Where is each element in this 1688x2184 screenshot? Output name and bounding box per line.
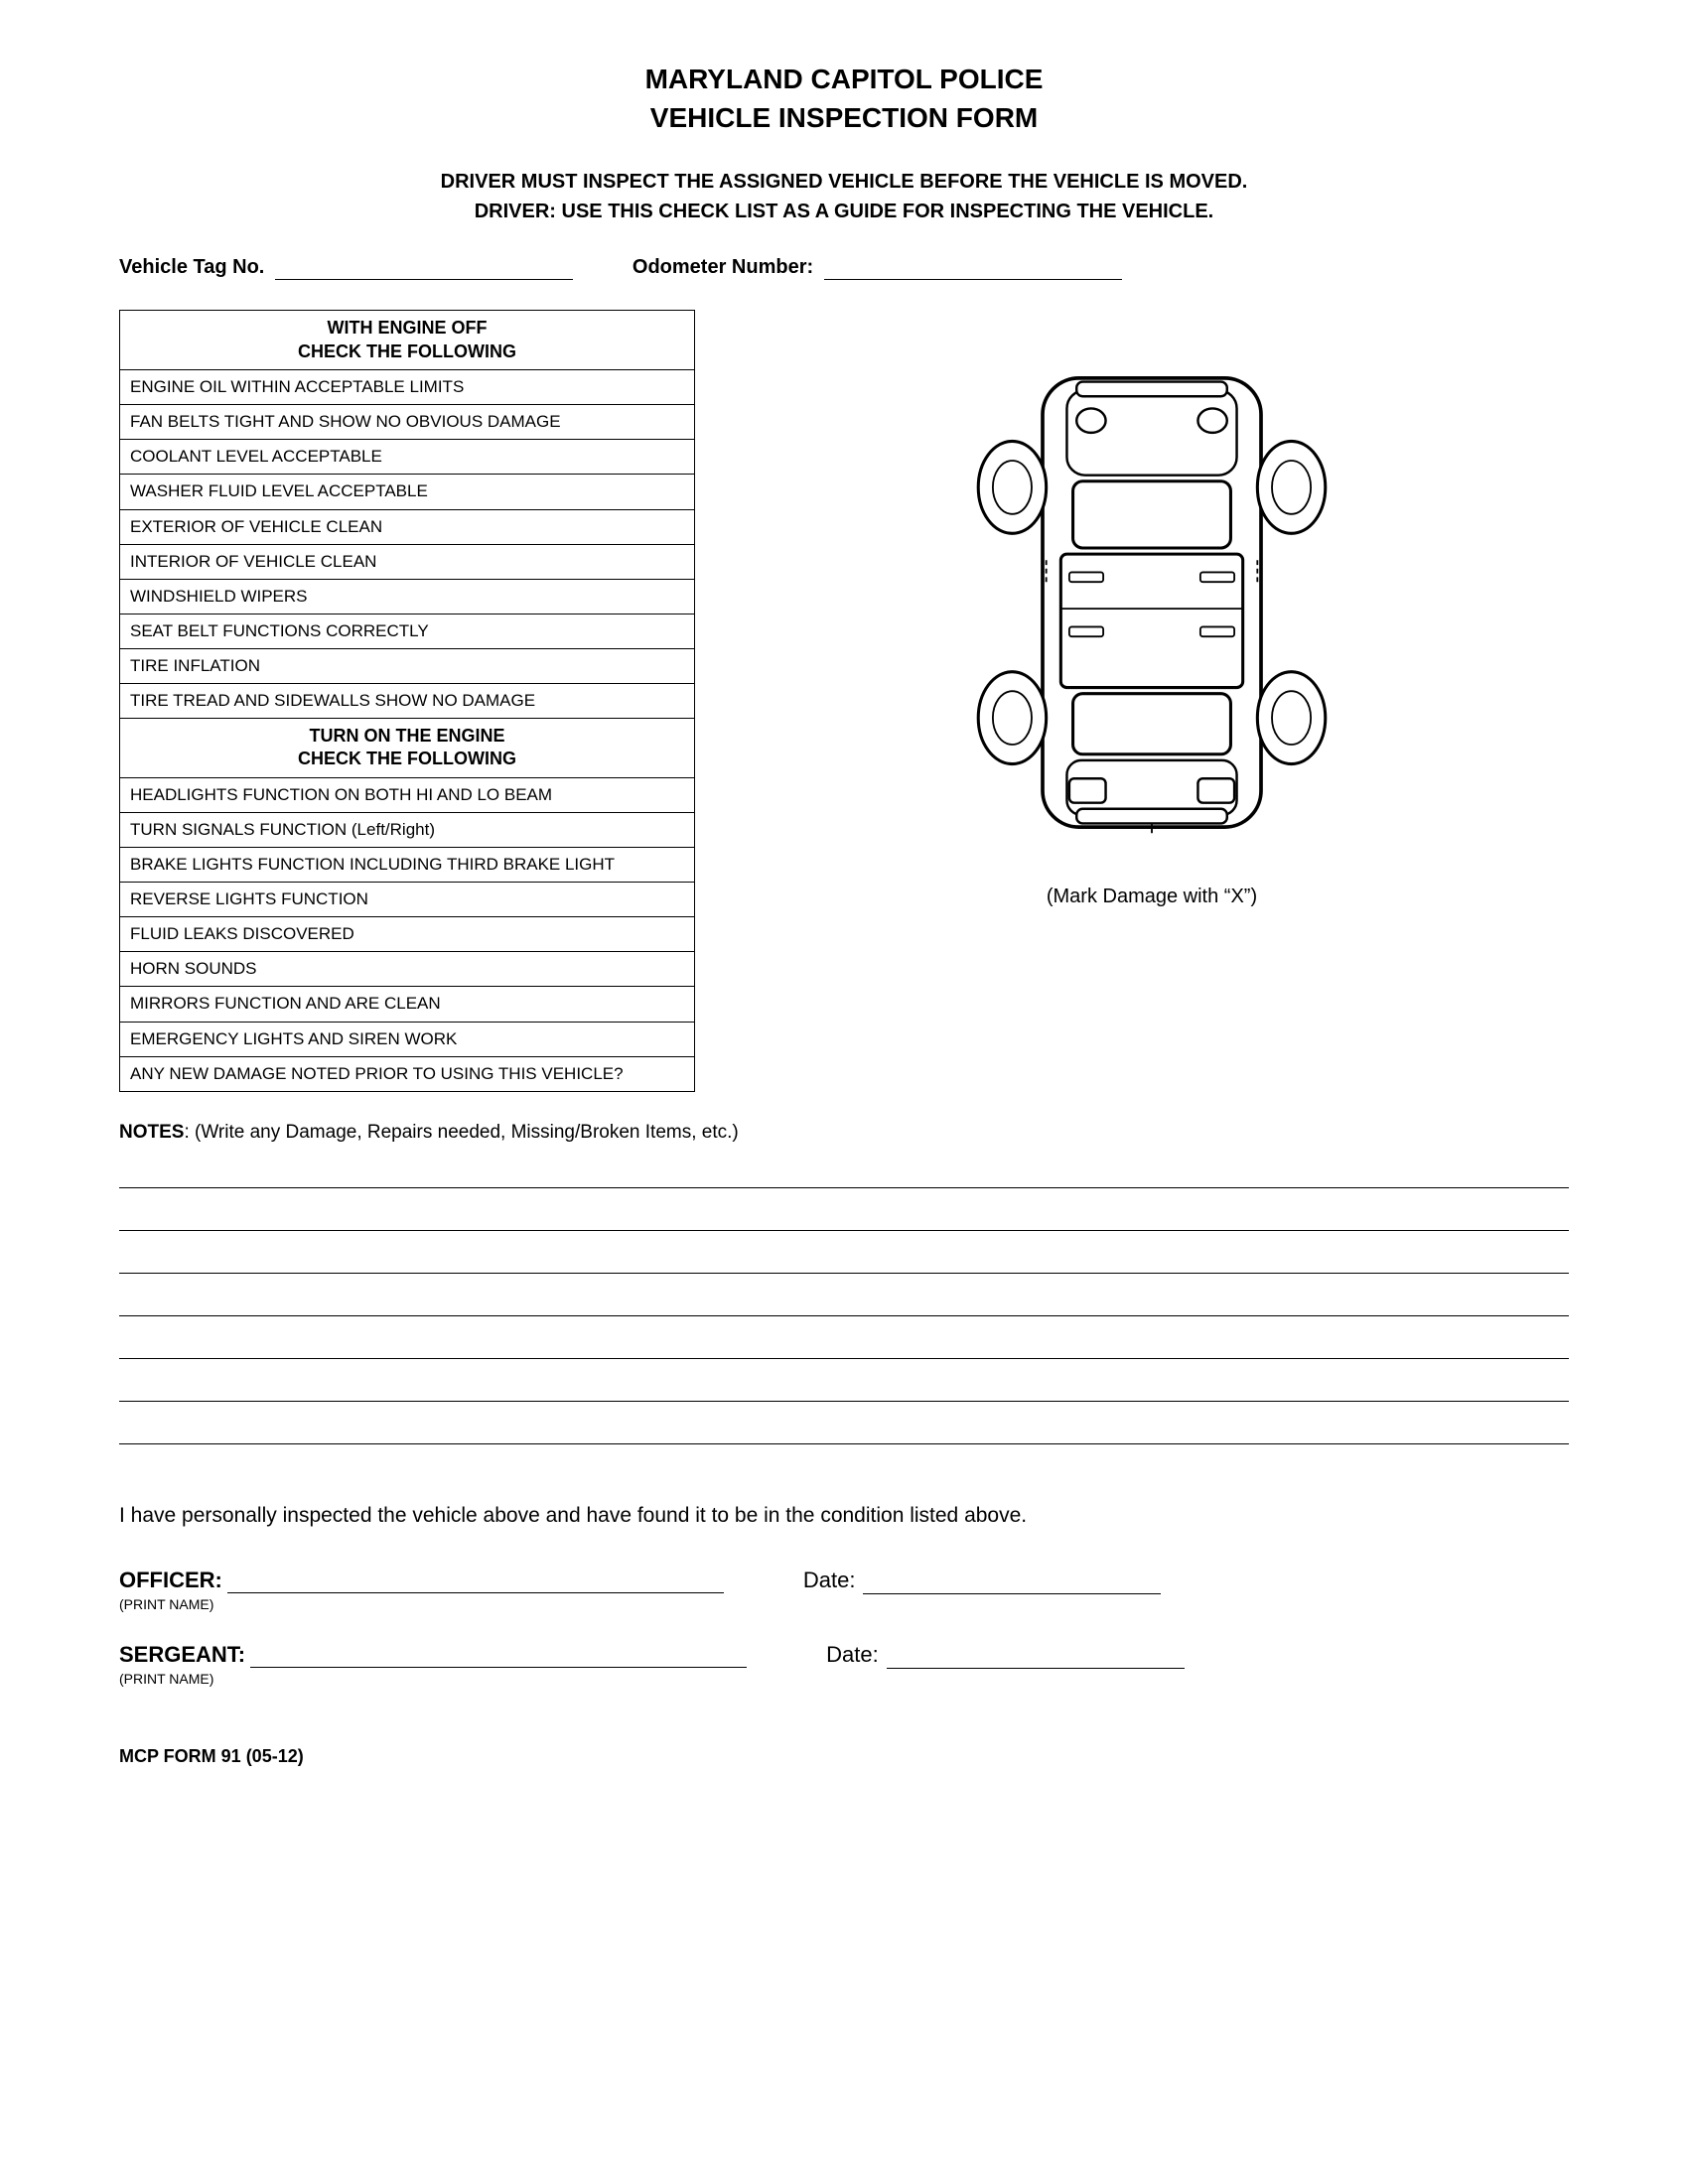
item-cell: TURN SIGNALS FUNCTION (Left/Right) (120, 812, 695, 847)
table-row: TIRE TREAD AND SIDEWALLS SHOW NO DAMAGE (120, 684, 695, 719)
vehicle-tag-label: Vehicle Tag No. (119, 256, 264, 278)
attestation-text: I have personally inspected the vehicle … (119, 1504, 1569, 1528)
notes-lines (119, 1154, 1569, 1444)
sergeant-block: SERGEANT: (PRINT NAME) (119, 1642, 747, 1687)
section1-header-row: WITH ENGINE OFF CHECK THE FOLLOWING (120, 311, 695, 370)
sergeant-date-line[interactable] (887, 1642, 1185, 1669)
table-row: TURN SIGNALS FUNCTION (Left/Right) (120, 812, 695, 847)
odometer-field: Odometer Number: (633, 256, 1122, 280)
sergeant-row: SERGEANT: (PRINT NAME) Date: (119, 1642, 1569, 1687)
officer-sub: (PRINT NAME) (119, 1596, 724, 1612)
table-row: HEADLIGHTS FUNCTION ON BOTH HI AND LO BE… (120, 777, 695, 812)
table-row: WINDSHIELD WIPERS (120, 579, 695, 614)
officer-sig-line[interactable] (227, 1574, 724, 1593)
sergeant-sub: (PRINT NAME) (119, 1671, 747, 1687)
table-row: REVERSE LIGHTS FUNCTION (120, 883, 695, 917)
item-cell: REVERSE LIGHTS FUNCTION (120, 883, 695, 917)
table-row: FLUID LEAKS DISCOVERED (120, 917, 695, 952)
notes-description: : (Write any Damage, Repairs needed, Mis… (184, 1122, 738, 1143)
notes-line-6[interactable] (119, 1367, 1569, 1402)
item-cell: HORN SOUNDS (120, 952, 695, 987)
officer-block: OFFICER: (PRINT NAME) (119, 1568, 724, 1612)
item-cell: ANY NEW DAMAGE NOTED PRIOR TO USING THIS… (120, 1056, 695, 1091)
sergeant-label: SERGEANT: (119, 1642, 245, 1667)
notes-section: NOTES: (Write any Damage, Repairs needed… (119, 1122, 1569, 1444)
item-cell: TIRE INFLATION (120, 648, 695, 683)
item-cell: BRAKE LIGHTS FUNCTION INCLUDING THIRD BR… (120, 848, 695, 883)
section2-header-cell: TURN ON THE ENGINE CHECK THE FOLLOWING (120, 719, 695, 778)
subtitle-block: DRIVER MUST INSPECT THE ASSIGNED VEHICLE… (119, 167, 1569, 226)
item-cell: INTERIOR OF VEHICLE CLEAN (120, 544, 695, 579)
item-cell: ENGINE OIL WITHIN ACCEPTABLE LIMITS (120, 370, 695, 405)
checklist-table: WITH ENGINE OFF CHECK THE FOLLOWING ENGI… (119, 310, 695, 1091)
section2-header2: CHECK THE FOLLOWING (298, 749, 516, 768)
notes-title: NOTES (119, 1122, 184, 1143)
form-title-line2: VEHICLE INSPECTION FORM (119, 98, 1569, 137)
section1-header-cell: WITH ENGINE OFF CHECK THE FOLLOWING (120, 311, 695, 370)
vehicle-tag-field: Vehicle Tag No. (119, 256, 573, 280)
odometer-input[interactable] (824, 256, 1122, 280)
sergeant-sig-line-row: SERGEANT: (119, 1642, 747, 1668)
table-row: SEAT BELT FUNCTIONS CORRECTLY (120, 614, 695, 648)
car-diagram-area: (Mark Damage with “X”) (735, 310, 1569, 1091)
notes-line-5[interactable] (119, 1324, 1569, 1359)
form-number: MCP FORM 91 (05-12) (119, 1746, 1569, 1767)
notes-line-7[interactable] (119, 1410, 1569, 1444)
table-row: INTERIOR OF VEHICLE CLEAN (120, 544, 695, 579)
officer-date-line[interactable] (863, 1568, 1161, 1594)
damage-label: (Mark Damage with “X”) (1047, 886, 1257, 908)
odometer-label: Odometer Number: (633, 256, 813, 278)
notes-line-1[interactable] (119, 1154, 1569, 1188)
item-cell: EMERGENCY LIGHTS AND SIREN WORK (120, 1022, 695, 1056)
sergeant-sig-line[interactable] (250, 1649, 747, 1668)
notes-line-3[interactable] (119, 1239, 1569, 1274)
table-row: HORN SOUNDS (120, 952, 695, 987)
item-cell: EXTERIOR OF VEHICLE CLEAN (120, 509, 695, 544)
page-header: MARYLAND CAPITOL POLICE VEHICLE INSPECTI… (119, 60, 1569, 137)
signature-section: OFFICER: (PRINT NAME) Date: SERGEANT: (P… (119, 1568, 1569, 1687)
sergeant-date-label: Date: (826, 1642, 879, 1668)
officer-row: OFFICER: (PRINT NAME) Date: (119, 1568, 1569, 1612)
item-cell: FLUID LEAKS DISCOVERED (120, 917, 695, 952)
main-content: WITH ENGINE OFF CHECK THE FOLLOWING ENGI… (119, 310, 1569, 1091)
notes-line-2[interactable] (119, 1196, 1569, 1231)
vehicle-tag-input[interactable] (275, 256, 573, 280)
table-row: TIRE INFLATION (120, 648, 695, 683)
officer-sig-line-row: OFFICER: (119, 1568, 724, 1593)
table-row: EXTERIOR OF VEHICLE CLEAN (120, 509, 695, 544)
officer-date-label: Date: (803, 1568, 856, 1593)
subtitle-line1: DRIVER MUST INSPECT THE ASSIGNED VEHICLE… (119, 167, 1569, 197)
notes-line-4[interactable] (119, 1282, 1569, 1316)
section1-header2: CHECK THE FOLLOWING (298, 341, 516, 361)
table-row: FAN BELTS TIGHT AND SHOW NO OBVIOUS DAMA… (120, 405, 695, 440)
table-row: BRAKE LIGHTS FUNCTION INCLUDING THIRD BR… (120, 848, 695, 883)
car-diagram-svg (953, 330, 1350, 876)
subtitle-line2: DRIVER: USE THIS CHECK LIST AS A GUIDE F… (119, 197, 1569, 226)
officer-label: OFFICER: (119, 1568, 222, 1592)
item-cell: MIRRORS FUNCTION AND ARE CLEAN (120, 987, 695, 1022)
item-cell: SEAT BELT FUNCTIONS CORRECTLY (120, 614, 695, 648)
table-row: ENGINE OIL WITHIN ACCEPTABLE LIMITS (120, 370, 695, 405)
table-row: WASHER FLUID LEVEL ACCEPTABLE (120, 475, 695, 509)
table-row: EMERGENCY LIGHTS AND SIREN WORK (120, 1022, 695, 1056)
section2-header1: TURN ON THE ENGINE (309, 726, 504, 746)
form-title-line1: MARYLAND CAPITOL POLICE (119, 60, 1569, 98)
sergeant-date-block: Date: (826, 1642, 1185, 1669)
item-cell: COOLANT LEVEL ACCEPTABLE (120, 440, 695, 475)
section1-header1: WITH ENGINE OFF (328, 318, 488, 338)
table-row: COOLANT LEVEL ACCEPTABLE (120, 440, 695, 475)
vehicle-info-row: Vehicle Tag No. Odometer Number: (119, 256, 1569, 280)
item-cell: WINDSHIELD WIPERS (120, 579, 695, 614)
table-row: ANY NEW DAMAGE NOTED PRIOR TO USING THIS… (120, 1056, 695, 1091)
item-cell: TIRE TREAD AND SIDEWALLS SHOW NO DAMAGE (120, 684, 695, 719)
item-cell: WASHER FLUID LEVEL ACCEPTABLE (120, 475, 695, 509)
section2-header-row: TURN ON THE ENGINE CHECK THE FOLLOWING (120, 719, 695, 778)
item-cell: HEADLIGHTS FUNCTION ON BOTH HI AND LO BE… (120, 777, 695, 812)
item-cell: FAN BELTS TIGHT AND SHOW NO OBVIOUS DAMA… (120, 405, 695, 440)
table-row: MIRRORS FUNCTION AND ARE CLEAN (120, 987, 695, 1022)
officer-date-block: Date: (803, 1568, 1162, 1594)
